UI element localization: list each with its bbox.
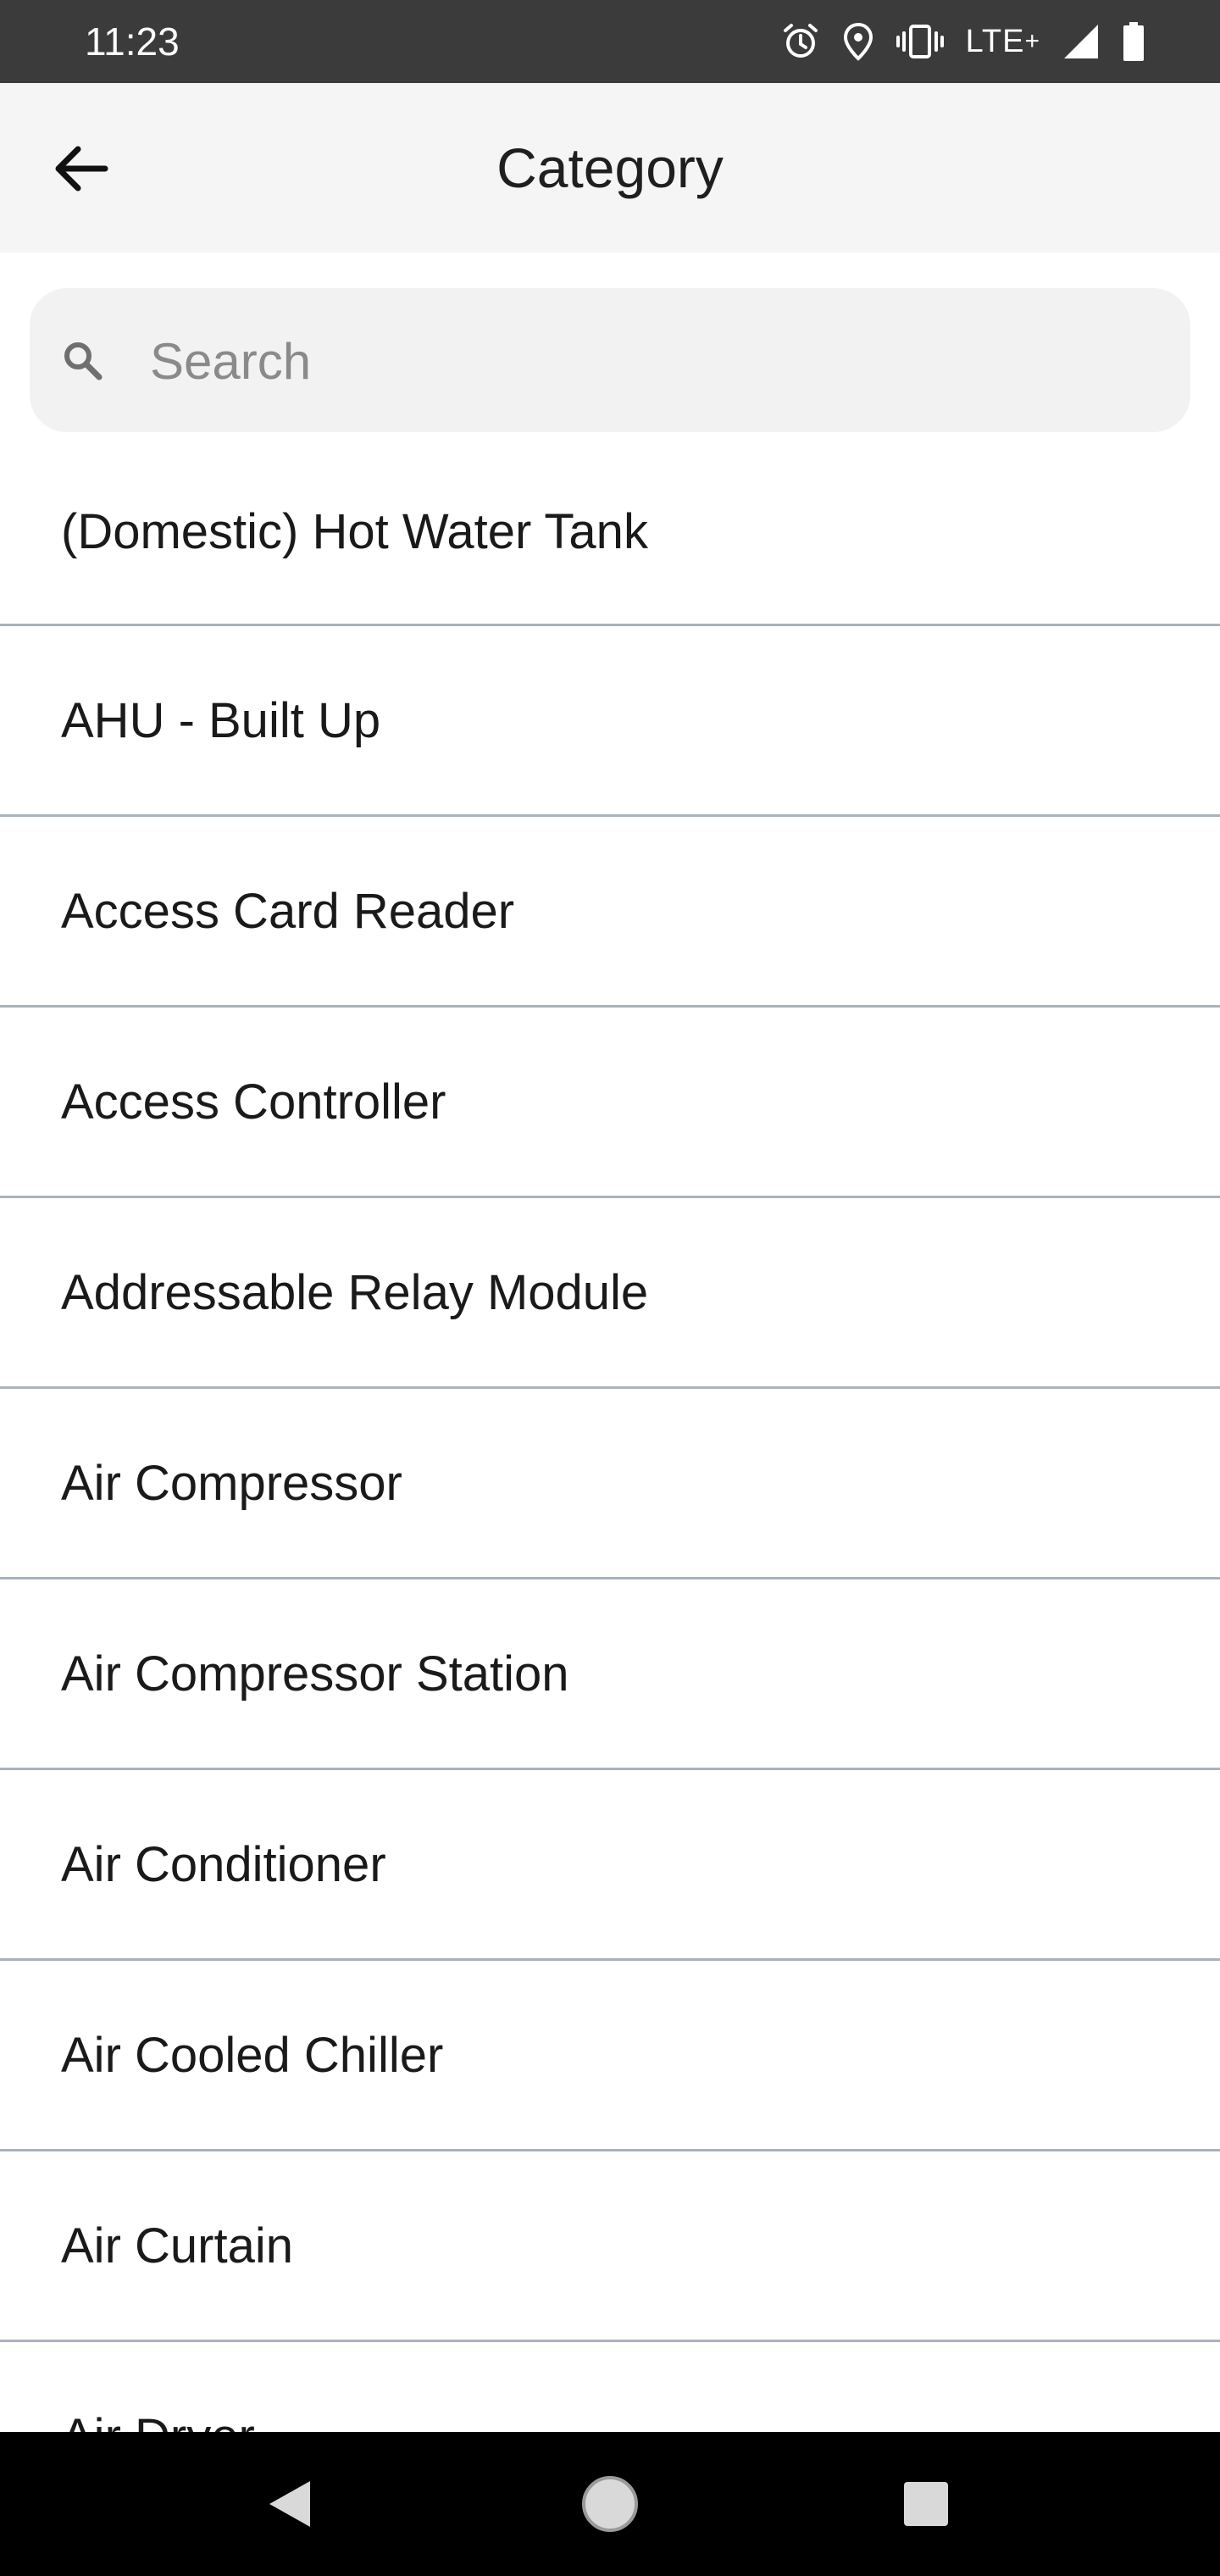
category-label: Access Controller — [61, 1074, 446, 1130]
category-item-domestic-hot-water-tank[interactable]: (Domestic) Hot Water Tank — [0, 439, 1220, 626]
vibrate-icon — [896, 19, 944, 64]
category-label: Air Curtain — [61, 2218, 293, 2273]
category-item-addressable-relay-module[interactable]: Addressable Relay Module — [0, 1198, 1220, 1389]
category-item-air-dryer[interactable]: Air Dryer — [0, 2342, 1220, 2433]
category-label: Air Dryer — [61, 2408, 255, 2433]
search-input[interactable] — [148, 314, 1168, 408]
back-triangle-icon — [269, 2481, 310, 2527]
home-circle-icon — [582, 2476, 638, 2532]
search-bar[interactable] — [30, 288, 1190, 432]
category-list: (Domestic) Hot Water Tank AHU - Built Up… — [0, 439, 1220, 2432]
back-button[interactable] — [42, 130, 119, 207]
recents-square-icon — [904, 2482, 948, 2526]
system-nav-bar — [0, 2432, 1220, 2576]
category-label: AHU - Built Up — [61, 692, 381, 748]
nav-recents-button[interactable] — [888, 2466, 964, 2542]
category-label: Access Card Reader — [61, 883, 515, 939]
page-title: Category — [496, 136, 724, 199]
category-label: Air Compressor — [61, 1455, 402, 1511]
nav-back-button[interactable] — [252, 2466, 329, 2542]
status-icons: LTE + — [781, 19, 1145, 64]
category-item-ahu-built-up[interactable]: AHU - Built Up — [0, 626, 1220, 817]
category-item-air-compressor-station[interactable]: Air Compressor Station — [0, 1579, 1220, 1770]
status-bar: 11:23 LTE + — [0, 0, 1220, 83]
category-label: Air Compressor Station — [61, 1646, 569, 1702]
category-item-air-cooled-chiller[interactable]: Air Cooled Chiller — [0, 1961, 1220, 2151]
network-label: LTE — [965, 24, 1025, 59]
search-icon — [57, 335, 108, 386]
category-item-access-card-reader[interactable]: Access Card Reader — [0, 817, 1220, 1008]
status-time: 11:23 — [85, 19, 180, 64]
category-item-access-controller[interactable]: Access Controller — [0, 1008, 1220, 1198]
network-type: LTE + — [966, 19, 1040, 64]
category-label: Air Cooled Chiller — [61, 2027, 444, 2083]
category-label: (Domestic) Hot Water Tank — [61, 503, 648, 559]
category-label: Air Conditioner — [61, 1836, 386, 1892]
category-label: Addressable Relay Module — [61, 1264, 649, 1320]
battery-icon — [1122, 19, 1145, 64]
app-bar: Category — [0, 83, 1220, 253]
category-item-air-compressor[interactable]: Air Compressor — [0, 1389, 1220, 1579]
category-item-air-conditioner[interactable]: Air Conditioner — [0, 1770, 1220, 1961]
location-icon — [842, 19, 874, 64]
category-item-air-curtain[interactable]: Air Curtain — [0, 2151, 1220, 2342]
alarm-icon — [781, 19, 820, 64]
signal-icon — [1062, 19, 1100, 64]
network-plus: + — [1024, 27, 1040, 55]
nav-home-button[interactable] — [572, 2466, 648, 2542]
arrow-left-icon — [55, 146, 108, 192]
